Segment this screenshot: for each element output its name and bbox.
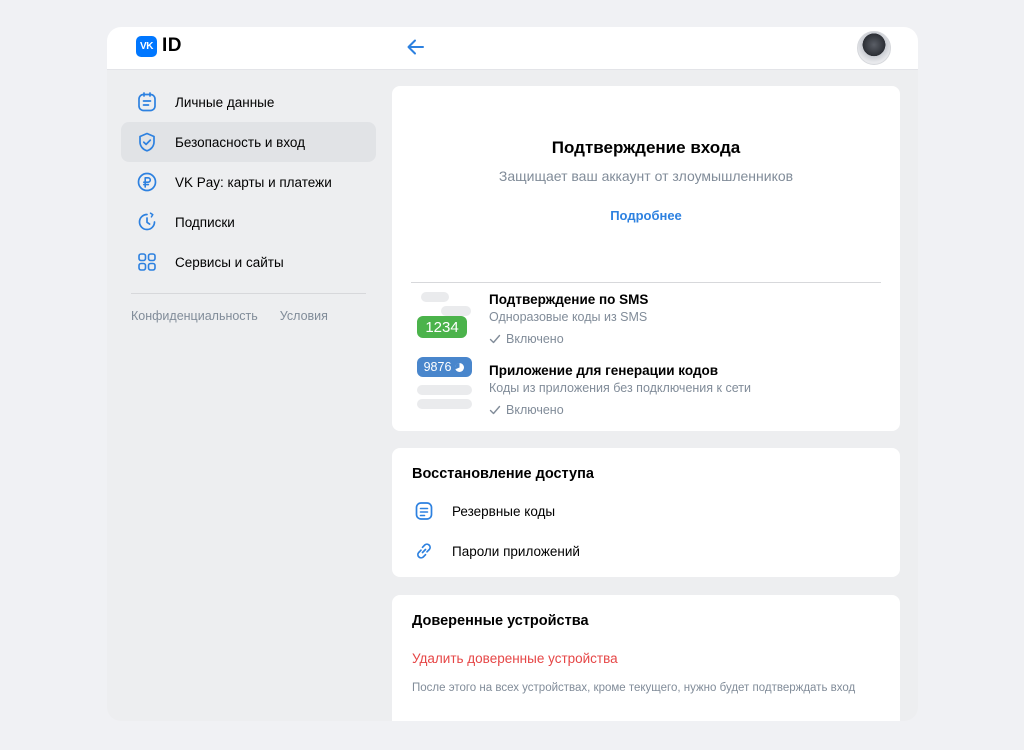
vk-id-logo[interactable]: VK ID xyxy=(136,35,182,57)
top-bar: VK ID xyxy=(107,27,918,70)
profile-card-icon xyxy=(135,90,159,114)
login-confirmation-title: Подтверждение входа xyxy=(551,138,741,157)
logo-text: ID xyxy=(162,35,182,56)
trusted-devices-title: Доверенные устройства xyxy=(412,613,589,629)
apps-grid-icon xyxy=(135,250,159,274)
method-status: Включено xyxy=(489,332,564,346)
sms-confirmation-method[interactable]: 1234 Подтверждение по SMS Одноразовые ко… xyxy=(411,286,881,348)
shield-check-icon xyxy=(135,130,159,154)
sidebar-item-vk-pay[interactable]: VK Pay: карты и платежи xyxy=(121,162,376,202)
sms-illustration: 1234 xyxy=(417,286,475,348)
sidebar-item-subscriptions[interactable]: Подписки xyxy=(121,202,376,242)
remove-trusted-devices-button[interactable]: Удалить доверенные устройства xyxy=(412,651,618,666)
divider xyxy=(411,282,881,283)
sidebar-item-label: VK Pay: карты и платежи xyxy=(175,174,332,190)
ruble-coin-icon xyxy=(135,170,159,194)
sidebar-item-label: Подписки xyxy=(175,214,235,230)
avatar[interactable] xyxy=(857,31,891,65)
sidebar-item-label: Безопасность и вход xyxy=(175,134,306,150)
login-confirmation-card: Подтверждение входа Защищает ваш аккаунт… xyxy=(392,86,900,431)
document-list-icon xyxy=(412,499,436,523)
sms-code-badge: 1234 xyxy=(417,316,467,338)
sidebar-item-label: Сервисы и сайты xyxy=(175,254,284,270)
sidebar-item-services[interactable]: Сервисы и сайты xyxy=(121,242,376,282)
code-generator-method[interactable]: 9876 Приложение для генерации кодов Коды… xyxy=(411,357,881,419)
sidebar-item-label: Личные данные xyxy=(175,94,275,110)
status-label: Включено xyxy=(506,332,564,346)
backup-codes-label: Резервные коды xyxy=(452,503,556,519)
recovery-card: Восстановление доступа Резервные коды Па… xyxy=(392,448,900,577)
trusted-devices-note: После этого на всех устройствах, кроме т… xyxy=(412,682,856,694)
sidebar: Личные данные Безопасность и вход VK Pay… xyxy=(121,82,376,323)
method-status: Включено xyxy=(489,403,564,417)
sidebar-footer-links: Конфиденциальность Условия xyxy=(121,309,376,323)
app-passwords-item[interactable]: Пароли приложений xyxy=(412,538,580,564)
backup-codes-item[interactable]: Резервные коды xyxy=(412,498,555,524)
method-title: Приложение для генерации кодов xyxy=(489,363,719,378)
method-description: Одноразовые коды из SMS xyxy=(489,310,648,324)
terms-link[interactable]: Условия xyxy=(280,309,328,323)
more-link[interactable]: Подробнее xyxy=(392,208,900,223)
sidebar-divider xyxy=(131,293,366,294)
status-label: Включено xyxy=(506,403,564,417)
method-title: Подтверждение по SMS xyxy=(489,292,649,307)
method-description: Коды из приложения без подключения к сет… xyxy=(489,381,751,395)
check-icon xyxy=(489,334,501,344)
sidebar-item-personal-data[interactable]: Личные данные xyxy=(121,82,376,122)
login-confirmation-subtitle: Защищает ваш аккаунт от злоумышленников xyxy=(498,168,794,184)
vk-logo-icon: VK xyxy=(136,35,157,57)
arrow-left-icon xyxy=(407,39,424,55)
recovery-title: Восстановление доступа xyxy=(412,466,594,482)
link-icon xyxy=(412,539,436,563)
clock-refresh-icon xyxy=(135,210,159,234)
back-button[interactable] xyxy=(405,36,427,58)
timer-icon xyxy=(455,362,465,372)
app-passwords-label: Пароли приложений xyxy=(452,543,580,559)
app-window: VK ID Личные данные Безопасность и вход xyxy=(107,27,918,721)
app-code-badge: 9876 xyxy=(417,357,472,377)
sidebar-item-security[interactable]: Безопасность и вход xyxy=(121,122,376,162)
privacy-link[interactable]: Конфиденциальность xyxy=(131,309,258,323)
check-icon xyxy=(489,405,501,415)
trusted-devices-card: Доверенные устройства Удалить доверенные… xyxy=(392,595,900,721)
code-app-illustration: 9876 xyxy=(417,357,475,419)
